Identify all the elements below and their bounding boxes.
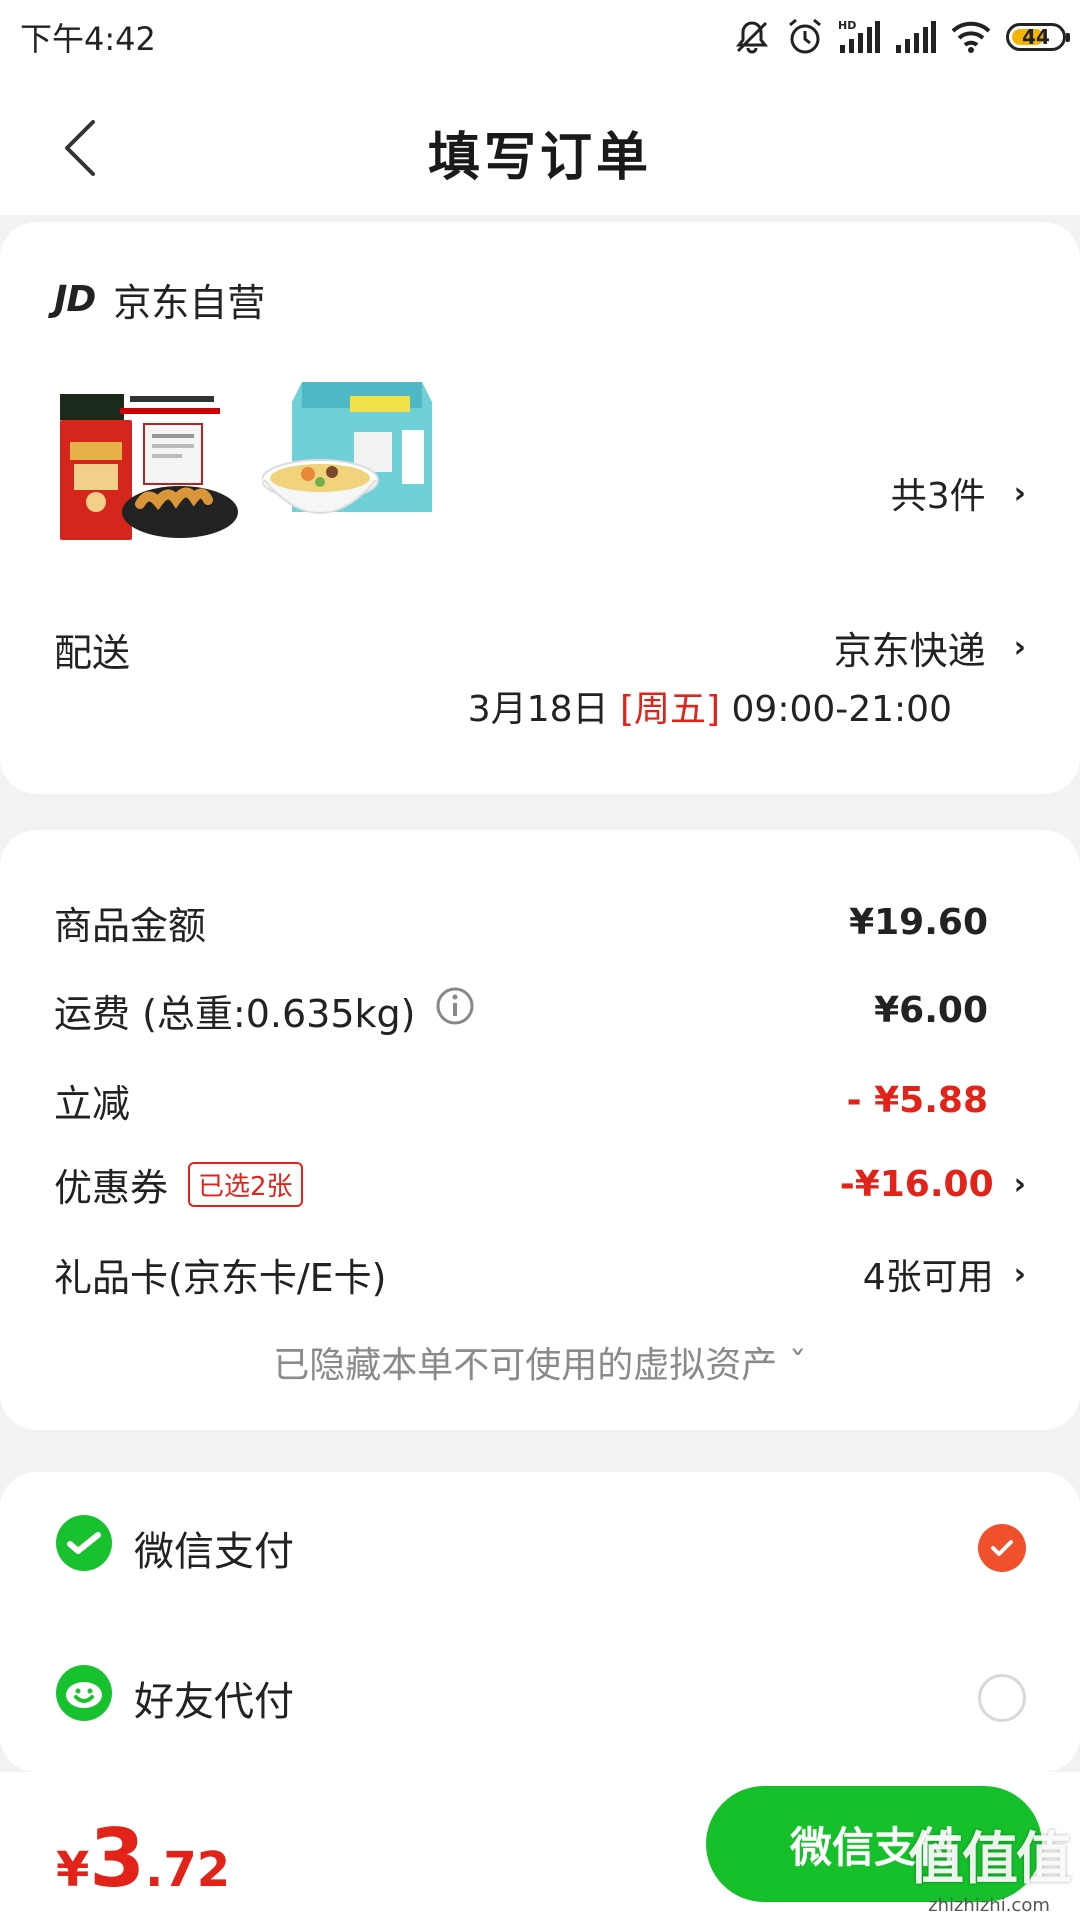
fees-card: 商品金额 ¥19.60 运费 (总重:0.635kg) ¥6.00 立减 - ¥… [0,830,1080,1430]
total-amount: ¥3.72 [56,1812,230,1905]
friend-pay-icon [54,1663,114,1733]
chevron-right-icon: › [1013,475,1026,511]
wechat-pay-label: 微信支付 [134,1529,294,1575]
status-bar: 下午4:42 HD 44 [0,0,1080,75]
items-count: 共3件 [890,476,986,517]
total-decimal: .72 [145,1842,231,1898]
battery-level: 44 [1022,25,1050,49]
jd-logo: JD [54,279,96,320]
goods-amount-value: ¥19.60 [849,901,988,943]
payment-card: 微信支付 好友代付 [0,1472,1080,1772]
instant-discount-row: 立减 - ¥5.88 [54,1070,1026,1130]
wechat-pay-icon [54,1513,114,1583]
wechat-pay-radio[interactable] [978,1524,1026,1572]
delivery-method: 京东快递 [833,629,986,673]
hidden-assets-toggle[interactable]: 已隐藏本单不可使用的虚拟资产 ˇ [0,1336,1080,1388]
instant-discount-label: 立减 [54,1081,131,1126]
watermark-url: zhizhizhi.com [928,1895,1050,1916]
total-integer: 3 [89,1812,146,1905]
giftcard-row[interactable]: 礼品卡(京东卡/E卡) 4张可用 › [54,1244,1026,1304]
friend-pay-radio[interactable] [978,1674,1026,1722]
payment-option-friend[interactable]: 好友代付 [54,1658,1026,1738]
delivery-method-button[interactable]: 京东快递 › [834,620,1026,675]
delivery-time[interactable]: 3月18日 [周五] 09:00-21:00 [468,680,952,732]
status-time: 下午4:42 [20,20,156,58]
order-card: JD 京东自营 共3件 › 配送 京东快递 › 3月18日 [周五] 09:00… [0,222,1080,794]
shipping-value: ¥6.00 [874,989,988,1031]
page-title: 填写订单 [427,128,652,188]
delivery-date: 3月18日 [467,689,620,730]
bottom-bar: ¥3.72 微信支付 值值值 zhizhizhi.com [0,1772,1080,1920]
watermark-logo: 值值值 [908,1827,1072,1892]
status-icons: HD 44 [732,12,1070,62]
coupon-value: -¥16.00 [839,1163,994,1205]
wifi-icon [950,20,992,54]
coupon-selected-badge: 已选2张 [188,1161,303,1207]
delivery-hours: 09:00-21:00 [720,689,953,730]
svg-text:HD: HD [838,19,856,32]
signal-icon-2 [894,19,936,55]
friend-pay-label: 好友代付 [134,1679,294,1725]
signal-icon: HD [838,19,880,55]
goods-amount-label: 商品金额 [54,903,207,948]
mute-icon [732,17,772,57]
watermark: 值值值 zhizhizhi.com [908,1814,1072,1916]
product-image-noodles[interactable] [261,372,442,552]
giftcard-value: 4张可用 [862,1257,994,1298]
product-image-mahua[interactable] [60,372,240,552]
instant-discount-value: - ¥5.88 [846,1079,988,1121]
battery-icon: 44 [1006,23,1070,51]
chevron-right-icon: › [1013,1256,1026,1292]
payment-option-wechat[interactable]: 微信支付 [54,1508,1026,1588]
shop-name: 京东自营 [113,281,266,325]
goods-amount-row: 商品金额 ¥19.60 [54,892,1026,952]
delivery-weekday: [周五] [619,689,721,730]
giftcard-label: 礼品卡(京东卡/E卡) [54,1255,387,1300]
coupon-row[interactable]: 优惠券 已选2张 -¥16.00 › [54,1154,1026,1214]
coupon-label: 优惠券 [54,1165,169,1210]
chevron-right-icon: › [1013,1166,1026,1202]
items-count-button[interactable]: 共3件 › [891,467,1026,519]
total-currency: ¥ [56,1842,90,1898]
shipping-row: 运费 (总重:0.635kg) ¥6.00 [54,980,1026,1040]
shipping-label: 运费 (总重:0.635kg) [54,991,416,1036]
alarm-icon [786,17,824,57]
info-icon[interactable] [435,986,475,1035]
delivery-label: 配送 [54,631,131,675]
check-icon [991,1540,1013,1556]
chevron-right-icon: › [1013,630,1026,665]
shop-row: JD 京东自营 [54,272,265,327]
header: 填写订单 [0,75,1080,215]
